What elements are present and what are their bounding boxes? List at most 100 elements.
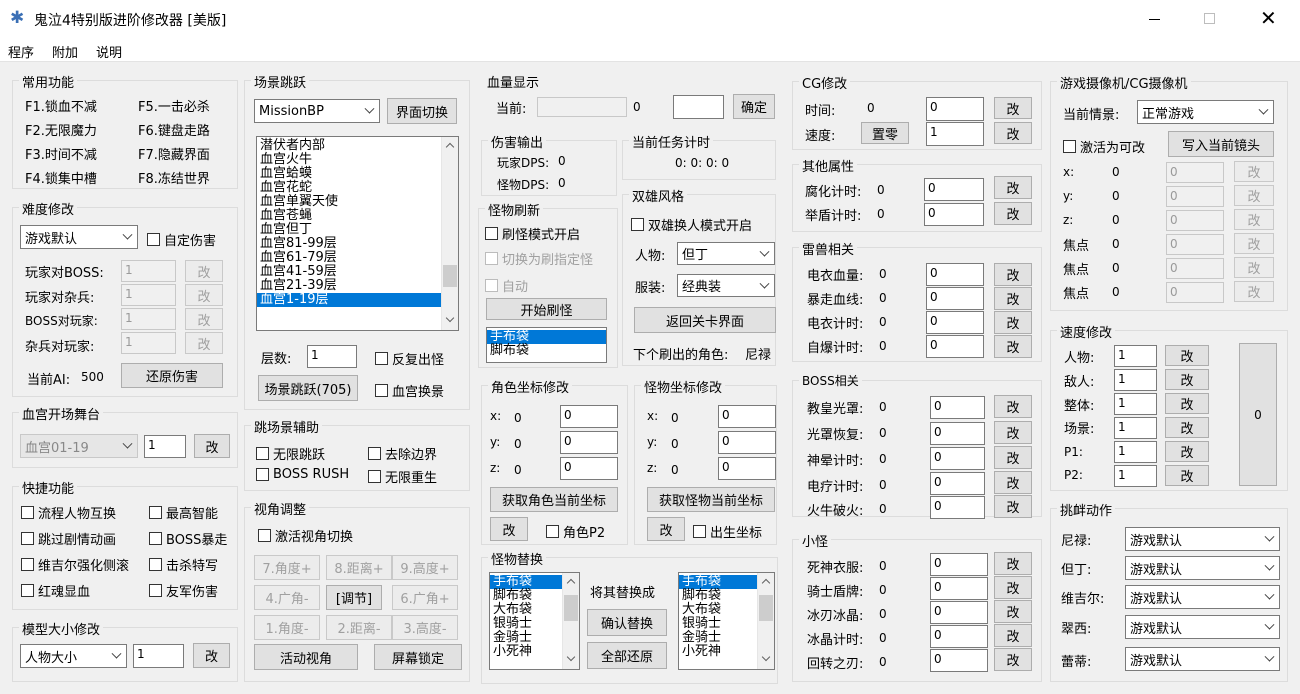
minimize-button[interactable] (1132, 0, 1178, 38)
distance-down-button[interactable]: 2.距离- (326, 615, 392, 640)
list-item-selected[interactable]: 手布袋 (487, 330, 606, 344)
spin-blade-input[interactable]: 0 (930, 649, 988, 672)
infinite-jump-checkbox[interactable]: 无限跳跃 (256, 444, 325, 463)
list-item[interactable]: 血宫火牛 (257, 153, 458, 167)
hp-confirm-button[interactable]: 确定 (733, 94, 775, 119)
list-item[interactable]: 血宫蛤蟆 (257, 167, 458, 181)
list-item[interactable]: 血宫41-59层 (257, 265, 458, 279)
reaper-cloth-button[interactable]: 改 (994, 552, 1032, 575)
screen-lock-button[interactable]: 屏幕锁定 (374, 644, 462, 670)
role-y-input[interactable]: 0 (560, 431, 618, 454)
boss-vs-player-button[interactable]: 改 (185, 308, 223, 330)
rage-line-button[interactable]: 改 (994, 287, 1032, 310)
minion-vs-player-button[interactable]: 改 (185, 332, 223, 354)
floor-input[interactable]: 1 (307, 345, 357, 368)
camera-x-button[interactable]: 改 (1234, 161, 1274, 182)
scrollbar-thumb[interactable] (564, 595, 578, 621)
shield-recover-button[interactable]: 改 (994, 421, 1032, 444)
monster-y-input[interactable]: 0 (718, 431, 776, 454)
thunder-timer-button[interactable]: 改 (994, 311, 1032, 334)
player-vs-minion-input[interactable]: 1 (121, 284, 176, 306)
cg-time-button[interactable]: 改 (994, 97, 1032, 119)
bloodpalace-select[interactable]: 血宫01-19 (20, 434, 138, 458)
scrollbar-thumb[interactable] (759, 595, 773, 621)
auto-checkbox[interactable]: 自动 (485, 276, 528, 295)
rage-line-input[interactable]: 0 (926, 287, 984, 310)
spin-blade-button[interactable]: 改 (994, 648, 1032, 671)
monster-coord-apply-button[interactable]: 改 (647, 517, 685, 541)
menu-program[interactable]: 程序 (8, 42, 34, 61)
camera-z-input[interactable]: 0 (1166, 210, 1224, 231)
speed-p2-button[interactable]: 改 (1165, 465, 1209, 486)
hp-input[interactable] (673, 95, 724, 119)
start-spawn-button[interactable]: 开始刷怪 (486, 298, 607, 320)
height-down-button[interactable]: 3.高度- (392, 615, 458, 640)
taunt-nero-select[interactable]: 游戏默认 (1125, 527, 1280, 551)
model-size-input[interactable]: 1 (133, 644, 184, 668)
list-item[interactable]: 血宫但丁 (257, 223, 458, 237)
role-coord-apply-button[interactable]: 改 (490, 517, 528, 541)
distance-up-button[interactable]: 8.距离+ (326, 555, 392, 580)
maximize-button[interactable] (1186, 0, 1232, 38)
menu-extra[interactable]: 附加 (52, 42, 78, 61)
replace-target-list[interactable]: 手布袋 脚布袋 大布袋 银骑士 金骑士 小死神 (678, 572, 775, 670)
spawn-mode-checkbox[interactable]: 刷怪模式开启 (485, 224, 580, 243)
speed-player-input[interactable]: 1 (1114, 345, 1157, 367)
quick-skip-cutscene-checkbox[interactable]: 跳过剧情动画 (21, 529, 116, 548)
ice-blade-button[interactable]: 改 (994, 600, 1032, 623)
speed-value-display[interactable]: 0 (1239, 343, 1277, 486)
ice-timer-input[interactable]: 0 (930, 625, 988, 648)
list-item-selected[interactable]: 血宫1-19层 (257, 293, 458, 307)
explode-timer-input[interactable]: 0 (926, 335, 984, 358)
thunder-timer-input[interactable]: 0 (926, 311, 984, 334)
taunt-dante-select[interactable]: 游戏默认 (1125, 556, 1280, 580)
speed-global-input[interactable]: 1 (1114, 393, 1157, 415)
fire-break-input[interactable]: 0 (930, 496, 985, 519)
fov-down-button[interactable]: 4.广角- (254, 585, 320, 610)
mission-select[interactable]: MissionBP (254, 99, 380, 123)
thunder-hp-button[interactable]: 改 (994, 263, 1032, 286)
spawn-monster-list[interactable]: 手布袋 脚布袋 (486, 327, 607, 363)
close-button[interactable]: ✕ (1246, 0, 1292, 38)
pope-shield-input[interactable]: 0 (930, 396, 985, 419)
bloodpalace-button[interactable]: 改 (194, 434, 230, 458)
scene-list-scrollbar[interactable] (441, 137, 458, 330)
scene-jump-button[interactable]: 场景跳跃(705) (258, 375, 358, 401)
reaper-cloth-input[interactable]: 0 (930, 553, 988, 576)
electro-timer-button[interactable]: 改 (994, 471, 1032, 494)
angle-down-button[interactable]: 1.角度- (254, 615, 320, 640)
model-size-select[interactable]: 人物大小 (20, 644, 127, 668)
dual-mode-checkbox[interactable]: 双雄换人模式开启 (631, 215, 752, 234)
knight-shield-input[interactable]: 0 (930, 577, 988, 600)
camera-activate-checkbox[interactable]: 激活为可改 (1063, 137, 1145, 156)
speed-player-button[interactable]: 改 (1165, 345, 1209, 366)
camera-x-input[interactable]: 0 (1166, 162, 1224, 183)
quick-vergil-roll-checkbox[interactable]: 维吉尔强化侧滚 (21, 555, 129, 574)
cg-speed-button[interactable]: 改 (994, 122, 1032, 144)
boss-rush-checkbox[interactable]: BOSS RUSH (256, 467, 349, 482)
explode-timer-button[interactable]: 改 (994, 335, 1032, 358)
interface-switch-button[interactable]: 界面切换 (387, 98, 457, 124)
speed-enemy-button[interactable]: 改 (1165, 369, 1209, 390)
taunt-lady-select[interactable]: 游戏默认 (1125, 647, 1280, 671)
camera-scene-select[interactable]: 正常游戏 (1137, 100, 1274, 124)
focus-1-button[interactable]: 改 (1234, 233, 1274, 254)
quick-boss-rage-checkbox[interactable]: BOSS暴走 (149, 529, 227, 548)
infinite-respawn-checkbox[interactable]: 无限重生 (368, 467, 437, 486)
custom-damage-checkbox[interactable]: 自定伤害 (147, 230, 216, 249)
fire-break-button[interactable]: 改 (994, 495, 1032, 518)
replace-source-list[interactable]: 手布袋 脚布袋 大布袋 银骑士 金骑士 小死神 (489, 572, 580, 670)
speed-scene-button[interactable]: 改 (1165, 417, 1209, 438)
speed-p1-button[interactable]: 改 (1165, 441, 1209, 462)
restore-damage-button[interactable]: 还原伤害 (121, 363, 223, 388)
minion-vs-player-input[interactable]: 1 (121, 332, 176, 354)
list-item[interactable]: 潜伏者内部 (257, 139, 458, 153)
role-z-input[interactable]: 0 (560, 457, 618, 480)
quick-red-orb-hp-checkbox[interactable]: 红魂显血 (21, 581, 90, 600)
shield-timer-input[interactable]: 0 (924, 203, 984, 226)
repeat-spawn-checkbox[interactable]: 反复出怪 (375, 349, 444, 368)
get-monster-coord-button[interactable]: 获取怪物当前坐标 (647, 487, 775, 512)
angle-up-button[interactable]: 7.角度+ (254, 555, 320, 580)
monster-x-input[interactable]: 0 (718, 405, 776, 428)
scrollbar-thumb[interactable] (443, 265, 457, 287)
